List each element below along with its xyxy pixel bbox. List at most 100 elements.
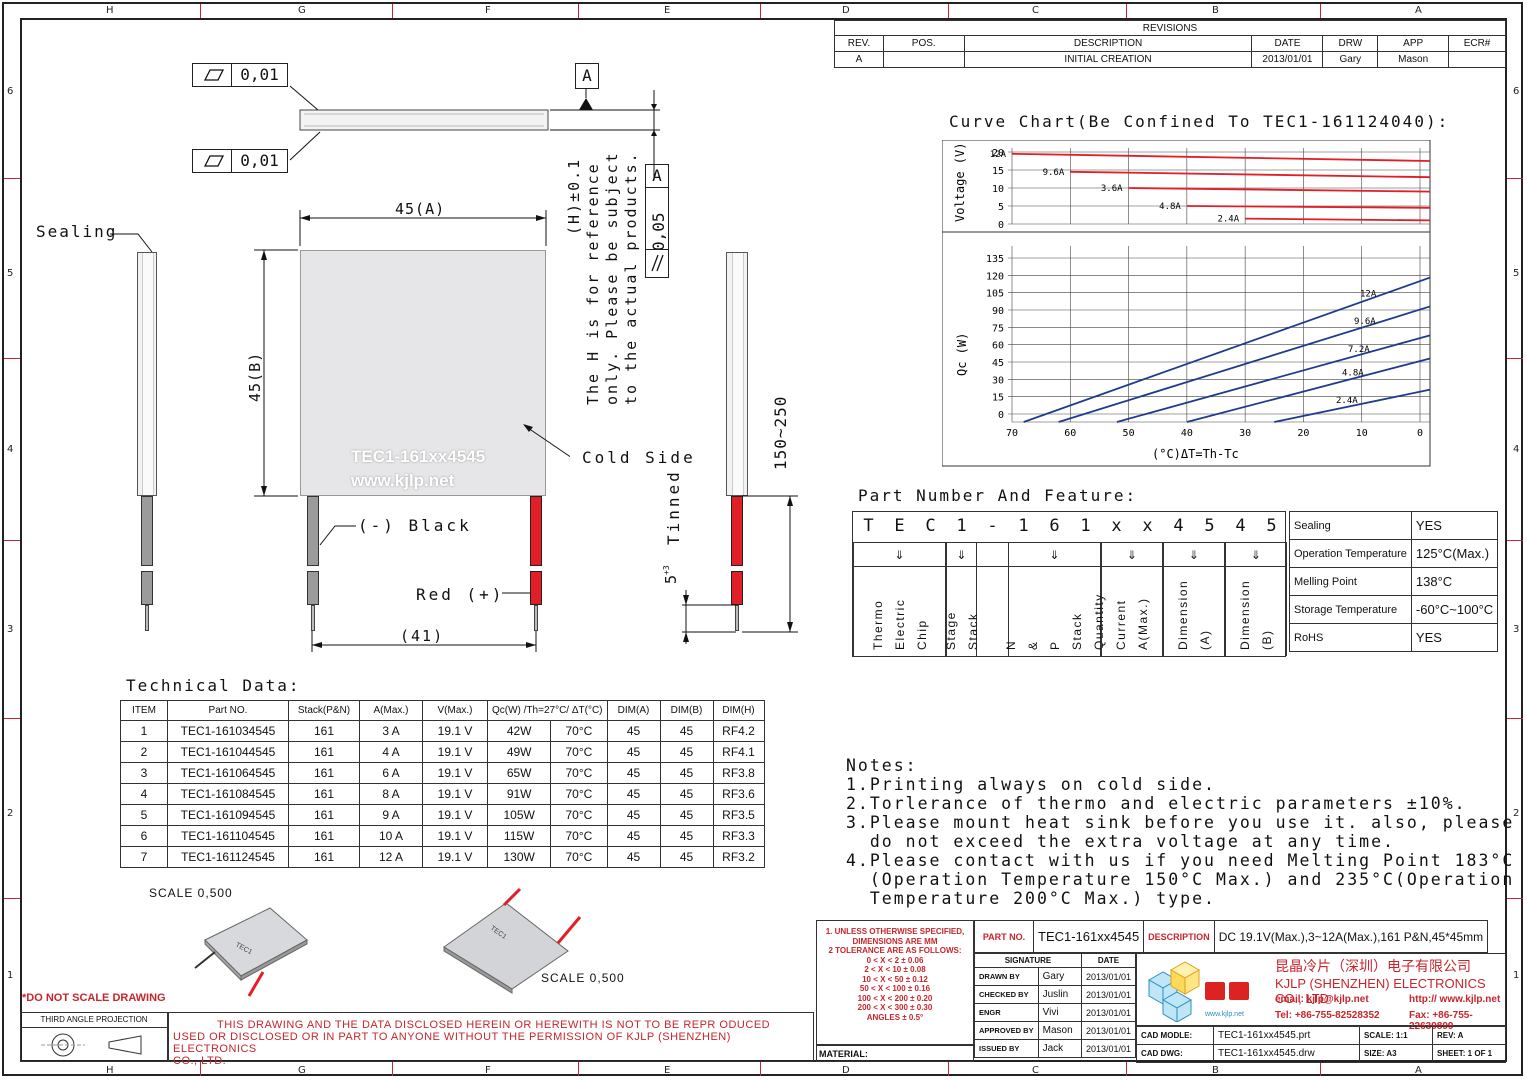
zone-tick bbox=[1320, 1062, 1321, 1076]
sig-name: Gary bbox=[1037, 967, 1082, 986]
tech-cell: TEC1-161064545 bbox=[167, 762, 289, 784]
feature-key: Storage Temperature bbox=[1289, 595, 1412, 624]
tech-cell: RF4.1 bbox=[712, 741, 765, 763]
zone-col-label: B bbox=[1212, 5, 1219, 16]
tech-row: 2 TEC1-161044545 161 4 A 19.1 V 49W 70°C 45 45 RF… bbox=[120, 741, 765, 763]
zone-col-label: D bbox=[842, 1065, 850, 1076]
notes-title: Notes: bbox=[846, 756, 918, 775]
tech-cell: 45 bbox=[659, 762, 714, 784]
y-tick-label: 0 bbox=[998, 410, 1004, 421]
tech-row: 4 TEC1-161084545 161 8 A 19.1 V 91W 70°C 45 45 RF… bbox=[120, 783, 765, 805]
voltage-series-line bbox=[1128, 187, 1431, 193]
note-line: 3.Please mount heat sink before you use … bbox=[846, 813, 1515, 832]
revisions-header: POS. bbox=[882, 35, 965, 52]
width-dim: 45(A) bbox=[395, 200, 446, 218]
feature-key: Sealing bbox=[1289, 511, 1412, 540]
tech-cell: 161 bbox=[288, 804, 360, 826]
signature-row: CHECKED BY Juslin 2013/01/01 bbox=[974, 985, 1137, 1004]
tech-header: DIM(A) bbox=[606, 700, 661, 721]
red-lead bbox=[530, 496, 542, 566]
pn-group-label: Dimension bbox=[1238, 579, 1252, 650]
sig-header: SIGNATURE bbox=[974, 953, 1082, 968]
pn-group-label: Stack bbox=[965, 612, 980, 650]
tech-cell: 19.1 V bbox=[422, 804, 488, 826]
zone-tick bbox=[1320, 4, 1321, 18]
voltage-series-line bbox=[1070, 170, 1431, 179]
flatness-icon bbox=[193, 64, 232, 86]
y-tick-label: 120 bbox=[986, 271, 1004, 282]
pn-group-label: N bbox=[1003, 639, 1018, 650]
right-side-view-module bbox=[726, 252, 748, 496]
company-email: email: kjlp@kjlp.net bbox=[1275, 994, 1369, 1005]
y-tick-label: 5 bbox=[998, 202, 1004, 213]
tech-cell: 161 bbox=[288, 783, 360, 805]
side-view-module bbox=[137, 252, 157, 496]
tech-cell: 4 A bbox=[359, 741, 423, 763]
black-lead-label: (-) Black bbox=[358, 516, 472, 535]
zone-tick bbox=[1507, 358, 1523, 359]
part-number-char: 5 bbox=[1204, 516, 1215, 536]
series-label: 2.4A bbox=[1217, 215, 1239, 225]
qc-axis-label: Qc (W) bbox=[955, 333, 969, 376]
revisions-title: REVISIONS bbox=[834, 20, 1506, 36]
tech-cell: TEC1-161084545 bbox=[167, 783, 289, 805]
cad-dwg-label: CAD DWG: bbox=[1136, 1044, 1214, 1063]
note-line: Temperature 200°C Max.) type. bbox=[846, 889, 1216, 908]
tech-cell: 4 bbox=[120, 783, 168, 805]
revisions-header: REV. bbox=[834, 35, 884, 52]
x-tick-label: 0 bbox=[1417, 428, 1423, 439]
signature-row: DRAWN BY Gary 2013/01/01 bbox=[974, 967, 1137, 986]
h-note-line: only. Please be subject bbox=[603, 151, 621, 405]
part-number-char: - bbox=[987, 516, 998, 536]
part-number-char: 1 bbox=[1080, 516, 1091, 536]
h-note-line: The H is for reference bbox=[584, 162, 602, 405]
part-number-diagram: T E C 1-1 6 1 x x 4 5 4 5 ⇓ Thermo Electric Chip ⇓ Stage S… bbox=[852, 511, 1287, 657]
zone-col-label: B bbox=[1212, 1065, 1219, 1076]
note-line: do not exceed the extra voltage at any t… bbox=[846, 832, 1395, 851]
flatness-icon bbox=[193, 150, 232, 172]
tech-cell: 45 bbox=[606, 846, 661, 868]
zone-col-label: G bbox=[298, 5, 306, 16]
y-tick-label: 30 bbox=[992, 375, 1004, 386]
pn-group-label: Current bbox=[1114, 599, 1128, 650]
voltage-axis-label: Voltage (V) bbox=[953, 143, 967, 222]
company-name-cn: 昆晶冷片（深圳）电子有限公司 bbox=[1275, 959, 1471, 975]
tech-cell: 3 A bbox=[359, 720, 423, 742]
sig-role: ISSUED BY bbox=[974, 1039, 1039, 1058]
sheet-field: SHEET: 1 OF 1 bbox=[1432, 1044, 1506, 1063]
y-tick-label: 135 bbox=[986, 254, 1004, 265]
black-lead bbox=[307, 571, 319, 605]
zone-row-label: 2 bbox=[7, 808, 14, 819]
zone-row-label: 6 bbox=[7, 86, 14, 97]
tech-cell: 7 bbox=[120, 846, 168, 868]
part-number-char: 4 bbox=[1235, 516, 1246, 536]
pn-group-label: Thermo bbox=[870, 599, 885, 650]
zone-row-label: 1 bbox=[1513, 970, 1520, 981]
revisions-table: REVISIONS REV. POS. DESCRIPTION DATE DRW APP E… bbox=[834, 20, 1506, 68]
zone-tick bbox=[4, 178, 20, 179]
tech-cell: 9 A bbox=[359, 804, 423, 826]
feature-row: RoHS YES bbox=[1289, 623, 1499, 652]
y-tick-label: 90 bbox=[992, 306, 1004, 317]
pn-group-label: & bbox=[1025, 640, 1040, 650]
tech-cell: 45 bbox=[606, 762, 661, 784]
zone-col-label: C bbox=[1032, 5, 1039, 16]
revisions-header: DRW bbox=[1322, 35, 1379, 52]
tech-cell: 161 bbox=[288, 720, 360, 742]
zone-col-label: D bbox=[842, 5, 850, 16]
black-lead bbox=[141, 496, 153, 566]
tech-cell: 8 A bbox=[359, 783, 423, 805]
h-note: (H)±0.1 The H is for reference only. Ple… bbox=[565, 151, 641, 405]
tech-cell: 45 bbox=[659, 741, 714, 763]
zone-col-label: E bbox=[664, 5, 671, 16]
tech-cell: 161 bbox=[288, 846, 360, 868]
part-number-title: Part Number And Feature: bbox=[858, 486, 1138, 505]
part-number-char: C bbox=[925, 516, 936, 536]
tech-row: 7 TEC1-161124545 161 12 A 19.1 V 130W 70°C 45 45… bbox=[120, 846, 765, 868]
pn-group-label: Electric bbox=[892, 598, 907, 650]
tech-cell: 45 bbox=[659, 720, 714, 742]
pn-group-label: Stack bbox=[1069, 612, 1084, 650]
tinned-tol-plus: +3 bbox=[662, 565, 671, 575]
tech-cell: 6 A bbox=[359, 762, 423, 784]
feature-key: RoHS bbox=[1289, 623, 1412, 652]
